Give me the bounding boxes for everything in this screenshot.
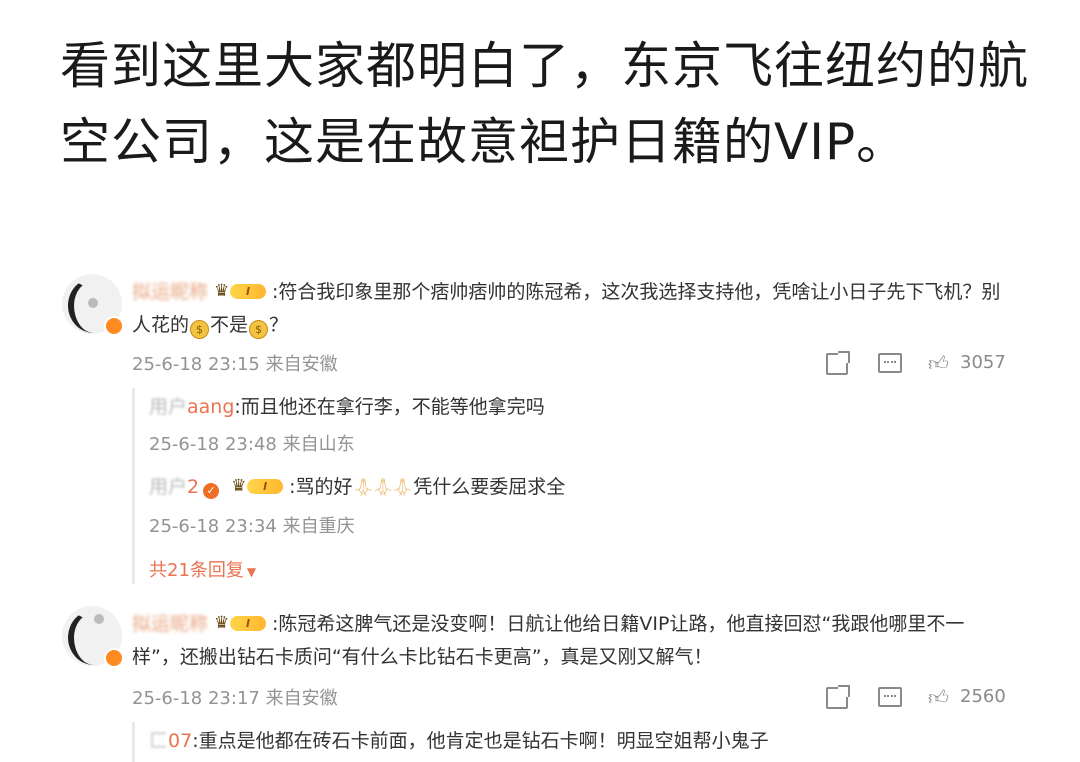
money-bag-icon: $ <box>249 320 269 339</box>
rank-badge: ♛ I <box>214 613 268 633</box>
post-headline: 看到这里大家都明白了，东京飞往纽约的航空公司，这是在故意袒护日籍的VIP。 <box>60 37 1029 171</box>
more-replies-link[interactable]: 共21条回复 ▼ <box>149 556 256 582</box>
vip-badge-icon <box>104 316 124 336</box>
vip-badge-icon <box>104 648 124 668</box>
comment-text: 拟运昵称 ♛ I:陈冠希这脾气还是没变啊！日航让他给日籍VIP让路，他直接回怼“我跟… <box>132 613 965 668</box>
money-bag-icon: $ <box>190 320 210 339</box>
comment-actions: 👍︎ 3057 <box>826 350 1026 376</box>
comment-icon[interactable] <box>878 687 902 707</box>
rank-badge: ♛ I <box>214 281 268 301</box>
comment-timestamp: 25-6-18 23:15 来自安徽 <box>132 354 338 375</box>
caret-down-icon: ▼ <box>246 565 257 579</box>
reply-panel: 匚07:重点是他都在砖石卡前面，他肯定也是钻石卡啊！明显空姐帮小鬼子 <box>132 722 1015 762</box>
reply-username-tail[interactable]: 2 <box>187 476 199 498</box>
verified-icon: ✓ <box>203 483 220 499</box>
like-count: 3057 <box>960 352 1006 373</box>
reply-item: 用户2 ✓ ♛ I:骂的好🙏︎🙏︎🙏︎ 凭什么要委屈求全 <box>149 476 566 499</box>
reply-item: 用户aang:而且他还在拿行李，不能等他拿完吗 <box>149 396 545 418</box>
pray-emoji-icon: 🙏︎🙏︎🙏︎ <box>352 478 414 498</box>
reply-username-tail[interactable]: 07 <box>168 730 192 752</box>
reply-username[interactable]: 用户 <box>149 396 187 418</box>
reply-item: 匚07:重点是他都在砖石卡前面，他肯定也是钻石卡啊！明显空姐帮小鬼子 <box>149 730 769 752</box>
comment-username[interactable]: 拟运昵称 <box>132 281 208 303</box>
share-icon[interactable] <box>826 685 850 709</box>
reply-username[interactable]: 用户 <box>149 476 187 498</box>
reply-timestamp: 25-6-18 23:48 来自山东 <box>149 434 355 455</box>
reply-timestamp: 25-6-18 23:34 来自重庆 <box>149 516 355 537</box>
comment-actions: 👍︎ 2560 <box>826 684 1026 710</box>
rank-badge: ♛ I <box>231 476 285 496</box>
comment-username[interactable]: 拟运昵称 <box>132 613 208 635</box>
comment-text: 拟运昵称 ♛ I:符合我印象里那个痞帅痞帅的陈冠希，这次我选择支持他，凭啥让小日子先… <box>132 276 1012 342</box>
share-icon[interactable] <box>826 351 850 375</box>
reply-username-tail[interactable]: aang <box>187 396 234 418</box>
like-icon[interactable]: 👍︎ <box>928 686 949 712</box>
comment-icon[interactable] <box>878 353 902 373</box>
reply-panel: 用户aang:而且他还在拿行李，不能等他拿完吗 25-6-18 23:48 来自… <box>132 388 1015 584</box>
like-count: 2560 <box>960 686 1006 707</box>
reply-username[interactable]: 匚 <box>149 730 168 752</box>
like-icon[interactable]: 👍︎ <box>928 352 949 378</box>
comment-timestamp: 25-6-18 23:17 来自安徽 <box>132 688 338 709</box>
